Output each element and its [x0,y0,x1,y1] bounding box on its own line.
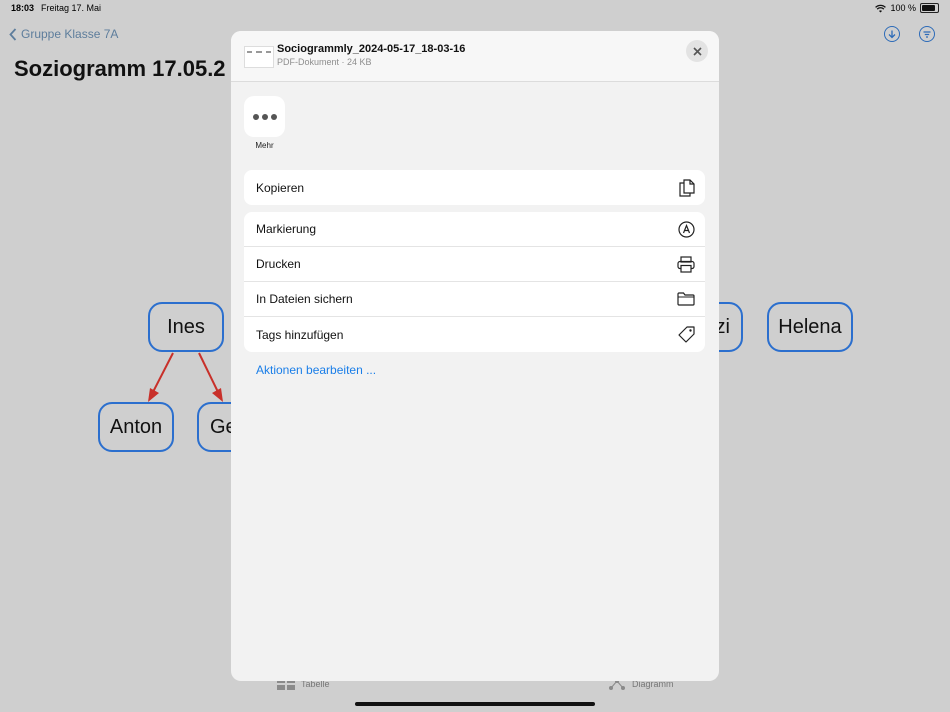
more-dot [261,113,268,120]
file-meta: PDF-Dokument · 24 KB [277,57,372,67]
copy-icon [679,178,695,197]
document-preview-icon [247,51,271,53]
close-icon [692,46,702,56]
action-group-copy: Kopieren [244,170,705,205]
folder-icon [677,292,695,306]
filter-button[interactable] [919,26,935,42]
download-button[interactable] [884,26,900,42]
action-label: Markierung [256,222,317,236]
arrow-ines-ge [198,352,219,393]
arrowhead-ines-ge [212,388,223,402]
home-indicator[interactable] [355,702,595,706]
tag-icon [678,326,695,343]
action-group-main: Markierung Drucken In Dateien sichern Ta… [244,212,705,352]
edit-actions-link[interactable]: Aktionen bearbeiten ... [256,363,376,377]
more-label: Mehr [255,141,274,150]
action-kopieren[interactable]: Kopieren [244,170,705,205]
status-time: 18:03 [11,3,35,13]
filter-icon [923,30,931,38]
file-name: Sociogrammly_2024-05-17_18-03-16 [277,43,466,55]
back-label: Gruppe Klasse 7A [21,27,119,41]
back-button[interactable]: Gruppe Klasse 7A [9,27,118,41]
more-dot [270,113,277,120]
action-markierung[interactable]: Markierung [244,212,705,247]
wifi-icon [875,4,887,12]
share-sheet: Sociogrammly_2024-05-17_18-03-16 PDF-Dok… [231,31,719,681]
arrow-ines-anton [152,352,174,393]
status-indicators: 100 % [875,3,939,13]
page-title: Soziogramm 17.05.2 [14,56,226,81]
sociogram-arrows [148,352,223,402]
action-in-dateien-sichern[interactable]: In Dateien sichern [244,282,705,317]
node-anton[interactable]: Anton [98,402,174,452]
markup-icon [678,220,695,238]
file-thumbnail [244,46,274,68]
battery-percentage: 100 % [890,3,916,13]
more-button[interactable] [244,96,285,137]
more-dot [252,113,259,120]
action-drucken[interactable]: Drucken [244,247,705,282]
status-date: Freitag 17. Mai [41,3,102,13]
chevron-left-icon [9,27,17,41]
action-label: Tags hinzufügen [256,327,344,342]
share-sheet-header: Sociogrammly_2024-05-17_18-03-16 PDF-Dok… [231,31,719,82]
node-ines[interactable]: Ines [148,302,224,352]
action-label: In Dateien sichern [256,292,353,306]
download-icon [888,30,896,38]
action-label: Drucken [256,257,301,271]
printer-icon [677,255,695,273]
node-helena[interactable]: Helena [767,302,853,352]
arrowhead-ines-anton [148,388,159,402]
action-tags-hinzufuegen[interactable]: Tags hinzufügen [244,317,705,352]
close-button[interactable] [686,40,708,62]
battery-icon [920,3,939,13]
action-label: Kopieren [256,180,305,195]
